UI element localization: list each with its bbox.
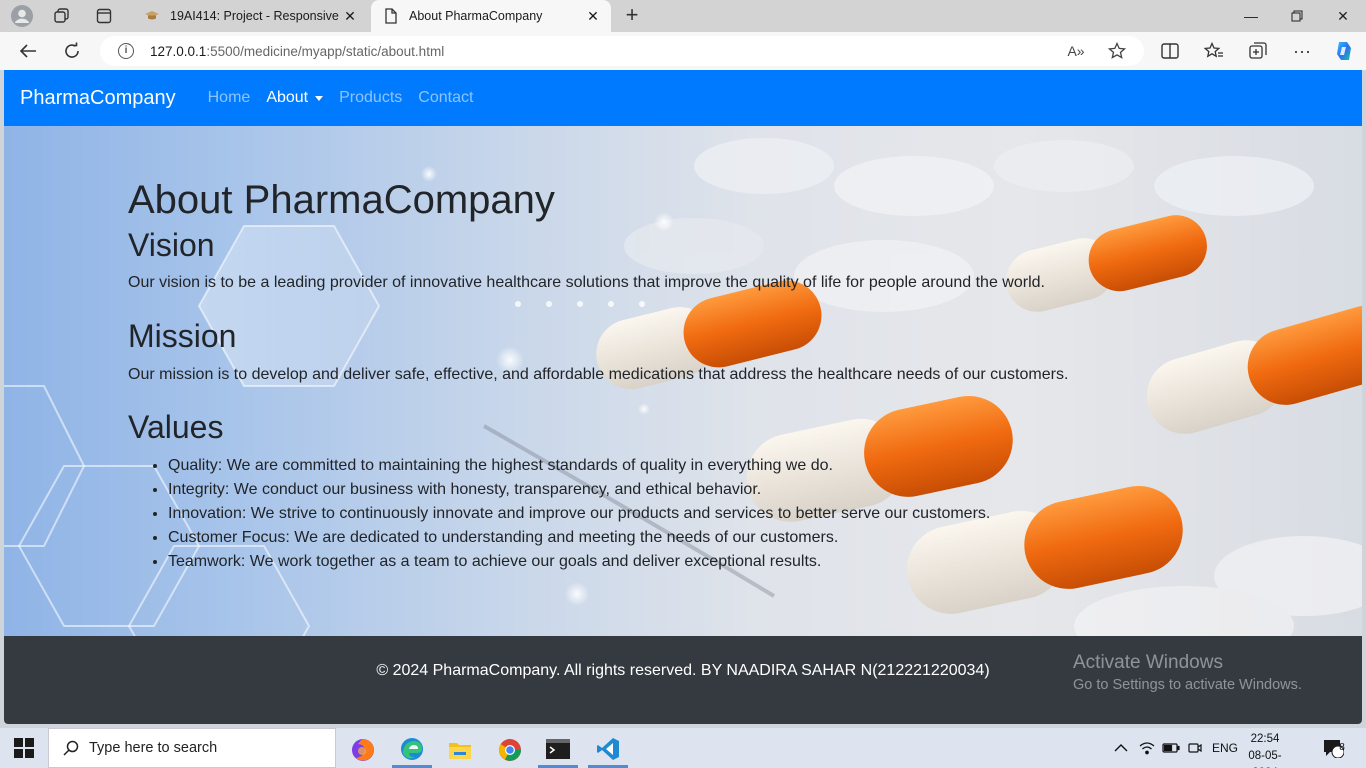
file-explorer-icon[interactable] [440,732,480,768]
battery-icon[interactable] [1162,728,1182,768]
notification-count: 8 [1339,742,1345,753]
watermark-title: Activate Windows [1073,652,1223,673]
search-icon [63,740,79,756]
close-window-icon[interactable]: ✕ [1320,0,1366,32]
edge-icon[interactable] [392,732,432,768]
firefox-icon[interactable] [343,732,383,768]
refresh-icon[interactable] [60,39,84,63]
web-page: PharmaCompany Home About Products Contac… [4,70,1362,724]
favorite-star-icon[interactable] [1105,39,1129,63]
mission-heading: Mission [128,318,237,354]
vscode-icon[interactable] [588,732,628,768]
workspaces-icon[interactable] [50,4,74,28]
url-text: 127.0.0.1:5500/medicine/myapp/static/abo… [150,43,445,59]
close-tab-icon[interactable]: ✕ [340,6,360,26]
tab-project[interactable]: 19AI414: Project - Responsive We ✕ [132,0,368,32]
meet-now-icon[interactable] [1188,728,1206,768]
brand-link[interactable]: PharmaCompany [20,87,176,110]
tab-about[interactable]: About PharmaCompany ✕ [371,0,611,32]
chrome-icon[interactable] [490,732,530,768]
taskbar-search-box[interactable]: Type here to search [48,728,336,768]
show-hidden-icons-icon[interactable] [1114,728,1132,768]
site-footer: © 2024 PharmaCompany. All rights reserve… [4,636,1362,724]
tab-title: About PharmaCompany [409,9,543,23]
favorites-icon[interactable] [1202,39,1226,63]
list-item: Innovation: We strive to continuously in… [168,502,1068,526]
page-title: About PharmaCompany [128,178,555,222]
nav-link-products[interactable]: Products [339,89,402,107]
minimize-icon[interactable]: — [1228,0,1274,32]
activate-windows-watermark: Activate Windows Go to Settings to activ… [1073,652,1302,696]
terminal-icon[interactable] [538,732,578,768]
list-item: Customer Focus: We are dedicated to unde… [168,526,1068,550]
search-placeholder: Type here to search [89,740,218,756]
clock-time: 22:54 [1250,733,1280,745]
values-heading: Values [128,409,224,445]
nav-link-home[interactable]: Home [208,89,251,107]
hero-section: About PharmaCompany Vision Our vision is… [4,126,1362,636]
split-screen-icon[interactable] [1158,39,1182,63]
system-clock[interactable]: 22:54 08-05-2024 [1240,731,1290,768]
windows-taskbar: Type here to search ENG 22:54 08-05-2024… [0,728,1366,768]
profile-icon[interactable] [10,4,34,28]
nav-link-contact[interactable]: Contact [418,89,473,107]
tab-actions-icon[interactable] [92,4,116,28]
clock-date: 08-05-2024 [1248,750,1282,768]
vision-text: Our vision is to be a leading provider o… [128,274,1045,291]
address-bar[interactable]: i 127.0.0.1:5500/medicine/myapp/static/a… [100,36,1144,66]
mission-text: Our mission is to develop and deliver sa… [128,366,1069,383]
language-indicator[interactable]: ENG [1212,728,1238,768]
list-item: Quality: We are committed to maintaining… [168,454,1068,478]
vision-heading: Vision [128,227,215,263]
site-info-icon[interactable]: i [118,43,134,59]
close-tab-icon[interactable]: ✕ [583,6,603,26]
more-options-icon[interactable]: ··· [1290,39,1314,63]
browser-toolbar: i 127.0.0.1:5500/medicine/myapp/static/a… [0,32,1366,70]
list-item: Teamwork: We work together as a team to … [168,550,1068,574]
watermark-subtitle: Go to Settings to activate Windows. [1073,677,1302,693]
new-tab-icon[interactable]: + [620,4,644,28]
site-navbar: PharmaCompany Home About Products Contac… [4,70,1362,126]
tab-title: 19AI414: Project - Responsive We [170,9,340,23]
read-aloud-icon[interactable]: A» [1064,39,1088,63]
about-content: About PharmaCompany Vision Our vision is… [128,174,1068,574]
notifications-icon[interactable]: 8 [1322,728,1348,768]
nav-link-about[interactable]: About [266,89,324,107]
browser-tab-bar: 19AI414: Project - Responsive We ✕ About… [0,0,1366,32]
cap-favicon-icon [144,8,160,24]
back-icon[interactable] [16,39,40,63]
page-favicon-icon [383,8,399,24]
collections-icon[interactable] [1246,39,1270,63]
wifi-icon[interactable] [1139,728,1157,768]
dropdown-caret-icon [315,95,324,101]
restore-icon[interactable] [1274,0,1320,32]
list-item: Integrity: We conduct our business with … [168,478,1068,502]
copilot-icon[interactable] [1332,39,1356,63]
values-list: Quality: We are committed to maintaining… [168,454,1068,574]
windows-start-icon[interactable] [14,738,34,758]
